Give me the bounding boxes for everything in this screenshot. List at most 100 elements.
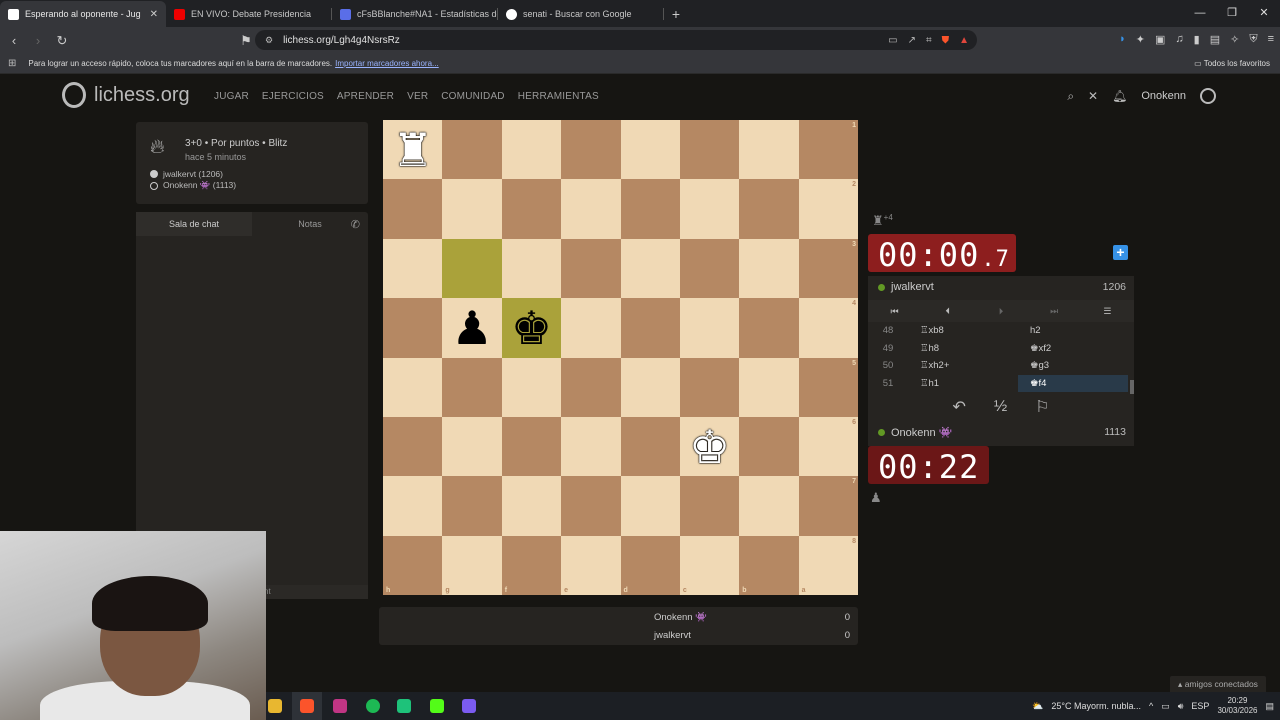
speaker-icon[interactable]: 🔊︎ bbox=[1178, 701, 1184, 712]
board-square-a8[interactable]: 8a bbox=[798, 535, 858, 595]
board-square-e4[interactable] bbox=[561, 298, 621, 358]
cast-icon[interactable]: ▭ bbox=[888, 35, 897, 46]
black-pawn-piece[interactable]: ♟ bbox=[451, 305, 492, 351]
board-square-g7[interactable] bbox=[442, 476, 502, 536]
board-square-g8[interactable]: g bbox=[442, 535, 502, 595]
board-square-h1[interactable]: ♜ bbox=[383, 120, 443, 180]
board-square-d1[interactable] bbox=[620, 120, 680, 180]
forward-icon[interactable]: › bbox=[28, 33, 48, 48]
browser-tab-lichess[interactable]: Esperando al oponente - Jug ✕ bbox=[0, 1, 166, 27]
black-move[interactable]: h2 bbox=[1018, 322, 1128, 340]
board-square-b4[interactable] bbox=[739, 298, 799, 358]
board-square-c5[interactable] bbox=[679, 357, 740, 417]
music-icon[interactable]: ♫ bbox=[1175, 33, 1183, 46]
board-square-d7[interactable] bbox=[620, 476, 680, 536]
white-move[interactable]: ♖xb8 bbox=[908, 322, 1018, 340]
board-square-a2[interactable]: 2 bbox=[798, 179, 858, 239]
board-square-a5[interactable]: 5 bbox=[798, 357, 858, 417]
last-move-icon[interactable]: ⏭ bbox=[1028, 300, 1081, 322]
board-square-d8[interactable]: d bbox=[620, 535, 680, 595]
board-square-f2[interactable] bbox=[501, 179, 562, 239]
browser-tab-google[interactable]: senati - Buscar con Google bbox=[498, 1, 664, 27]
system-clock[interactable]: 20:29 30/03/2026 bbox=[1217, 696, 1257, 716]
apps-icon[interactable]: ⊞ bbox=[8, 58, 16, 69]
brave-icon[interactable] bbox=[300, 699, 314, 713]
offer-draw-button[interactable]: ½ bbox=[994, 398, 1007, 416]
board-square-d5[interactable] bbox=[620, 357, 680, 417]
white-move[interactable]: ♖xh2+ bbox=[908, 357, 1018, 375]
spotify-icon[interactable] bbox=[366, 699, 380, 713]
board-square-h6[interactable] bbox=[383, 416, 443, 477]
board-square-h4[interactable] bbox=[383, 298, 443, 358]
new-tab-button[interactable]: + bbox=[664, 1, 688, 27]
board-square-a4[interactable]: 4 bbox=[798, 298, 858, 358]
black-player-entry[interactable]: Onokenn 👾 (1113) bbox=[150, 180, 236, 191]
move-list-scrollbar[interactable] bbox=[1130, 380, 1134, 394]
menu-learn[interactable]: APRENDER bbox=[337, 91, 394, 102]
weather-icon[interactable]: ⛅ bbox=[1032, 701, 1043, 712]
user-menu[interactable]: Onokenn bbox=[1141, 90, 1186, 102]
board-square-d4[interactable] bbox=[620, 298, 680, 358]
board-square-h5[interactable] bbox=[383, 357, 443, 417]
close-tab-icon[interactable]: ✕ bbox=[150, 9, 158, 20]
top-player-name[interactable]: jwalkervt bbox=[878, 281, 934, 293]
board-square-f3[interactable] bbox=[501, 238, 562, 299]
board-square-c7[interactable] bbox=[679, 476, 740, 536]
menu-play[interactable]: JUGAR bbox=[214, 91, 249, 102]
tray-expand-icon[interactable]: ^ bbox=[1149, 701, 1153, 711]
board-square-h8[interactable]: h bbox=[383, 535, 443, 595]
kick-icon[interactable] bbox=[430, 699, 444, 713]
board-square-a1[interactable]: 1 bbox=[798, 120, 858, 180]
leo-icon[interactable]: ✧ bbox=[1230, 33, 1239, 46]
current-move[interactable]: ♚f4 bbox=[1018, 374, 1128, 392]
white-rook-piece[interactable]: ♜ bbox=[392, 127, 433, 173]
site-logo[interactable]: lichess.org bbox=[62, 82, 190, 108]
weather-text[interactable]: 25°C Mayorm. nubla... bbox=[1051, 701, 1141, 711]
reload-icon[interactable]: ↻ bbox=[52, 33, 72, 49]
board-square-b5[interactable] bbox=[739, 357, 799, 417]
board-square-f4[interactable]: ♚ bbox=[501, 298, 562, 358]
board-square-b6[interactable] bbox=[739, 416, 799, 477]
board-square-e1[interactable] bbox=[561, 120, 621, 180]
white-king-piece[interactable]: ♚ bbox=[689, 424, 730, 470]
board-square-b3[interactable] bbox=[739, 238, 799, 299]
menu-watch[interactable]: VER bbox=[407, 91, 428, 102]
minimize-icon[interactable]: — bbox=[1184, 0, 1216, 27]
share-icon[interactable]: ↗ bbox=[908, 35, 916, 46]
file-explorer-icon[interactable] bbox=[268, 699, 282, 713]
board-square-h2[interactable] bbox=[383, 179, 443, 239]
board-square-c4[interactable] bbox=[679, 298, 740, 358]
add-time-button[interactable]: + bbox=[1113, 245, 1128, 260]
close-window-icon[interactable]: ✕ bbox=[1248, 0, 1280, 27]
board-square-f5[interactable] bbox=[501, 357, 562, 417]
menu-hamburger-icon[interactable]: ☰ bbox=[1081, 300, 1134, 322]
board-square-c2[interactable] bbox=[679, 179, 740, 239]
brave-shield-icon[interactable]: ⛊ bbox=[942, 35, 950, 46]
restore-icon[interactable]: ❐ bbox=[1216, 0, 1248, 27]
black-move[interactable]: ♚g3 bbox=[1018, 357, 1128, 375]
takeback-icon[interactable]: ↶ bbox=[952, 397, 965, 417]
board-square-g6[interactable] bbox=[442, 416, 502, 477]
bookmark-icon[interactable]: ⚑ bbox=[236, 33, 256, 49]
board-square-d3[interactable] bbox=[620, 238, 680, 299]
board-square-g3[interactable] bbox=[442, 238, 502, 299]
board-square-e6[interactable] bbox=[561, 416, 621, 477]
tab-chat[interactable]: Sala de chat bbox=[136, 212, 252, 236]
search-icon[interactable]: ⌕ bbox=[1067, 89, 1074, 104]
resign-flag-icon[interactable]: ⚐ bbox=[1035, 397, 1049, 417]
board-square-e8[interactable]: e bbox=[561, 535, 621, 595]
board-square-g2[interactable] bbox=[442, 179, 502, 239]
board-square-g5[interactable] bbox=[442, 357, 502, 417]
browser-tab-stats[interactable]: cFsBBlanche#NA1 - Estadísticas del bbox=[332, 1, 498, 27]
vpn-icon[interactable]: ⛨ bbox=[1249, 33, 1257, 46]
board-square-c6[interactable]: ♚ bbox=[679, 416, 740, 477]
menu-puzzles[interactable]: EJERCICIOS bbox=[262, 91, 324, 102]
board-square-c8[interactable]: c bbox=[679, 535, 740, 595]
wallet-icon[interactable]: ◗ bbox=[1119, 33, 1126, 46]
board-square-e5[interactable] bbox=[561, 357, 621, 417]
browser-tab-youtube[interactable]: EN VIVO: Debate Presidencia bbox=[166, 1, 332, 27]
board-square-c3[interactable] bbox=[679, 238, 740, 299]
sidebar-icon[interactable]: ▮ bbox=[1194, 33, 1200, 46]
board-square-b8[interactable]: b bbox=[739, 535, 799, 595]
board-square-e7[interactable] bbox=[561, 476, 621, 536]
